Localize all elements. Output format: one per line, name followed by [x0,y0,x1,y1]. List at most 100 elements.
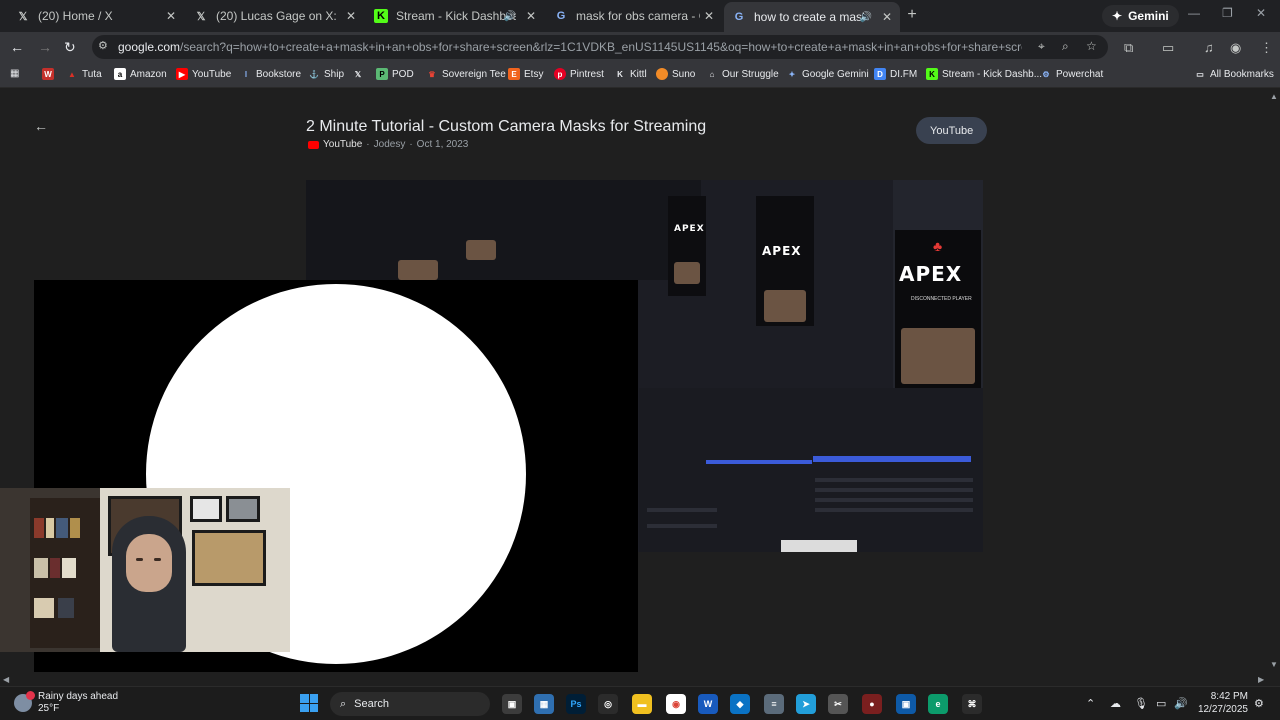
scroll-left-icon[interactable]: ◀ [3,675,9,684]
video-title[interactable]: 2 Minute Tutorial - Custom Camera Masks … [306,118,706,136]
close-tab-icon[interactable]: ✕ [882,10,892,24]
location-icon[interactable]: ⌖ [1038,39,1045,54]
bookmark-x[interactable]: 𝕏 [352,68,364,80]
windows-taskbar: Rainy days ahead 25°F ⌕ Search ▣ ▦ Ps ◎ … [0,686,1280,720]
network-icon[interactable]: ▭ [1156,697,1166,710]
bookmark-google-gemini[interactable]: ✦ Google Gemini [786,68,869,80]
our-struggle-icon: ⌂ [709,69,715,79]
back-icon[interactable]: ← [10,39,24,55]
kick-logo-icon: K [926,68,938,80]
onedrive-icon[interactable]: ☁ [1110,697,1121,710]
bookmark-ship[interactable]: ⚓ Ship [308,68,344,80]
x-logo-icon: 𝕏 [196,10,206,23]
open-youtube-button[interactable]: YouTube [916,117,988,144]
pinterest-icon: p [554,68,566,80]
bookmark-star-icon[interactable]: ☆ [1086,39,1097,53]
search-icon: ⌕ [340,697,347,710]
close-tab-icon[interactable]: ✕ [346,9,356,23]
new-tab-button[interactable]: + [902,6,922,26]
speaker-icon[interactable]: 🔊 [504,11,516,22]
reload-icon[interactable]: ↻ [64,39,76,56]
telegram-icon[interactable]: ➤ [796,694,816,714]
bookmark-kittl[interactable]: K Kittl [614,68,647,80]
tab-kick-dashboard[interactable]: K Stream - Kick Dashboard 🔊 ✕ [366,4,544,28]
close-tab-icon[interactable]: ✕ [704,9,714,23]
menu-dots-icon[interactable]: ⋮ [1260,40,1273,56]
browser-toolbar: ← → ↻ ⚙ google.com/search?q=how+to+creat… [0,32,1280,62]
chrome-icon[interactable]: ◉ [666,694,686,714]
amazon-icon: a [114,68,126,80]
bookmark-etsy[interactable]: E Etsy [508,68,543,80]
vertical-scrollbar[interactable]: ▲ ▼ [1268,88,1280,672]
bookmark-bookstore[interactable]: l Bookstore [240,68,301,80]
system-clock[interactable]: 8:42 PM 12/27/2025 [1196,690,1248,716]
webcam-overlay [0,488,290,652]
bookmark-sovereign-tee[interactable]: ♛ Sovereign Tee [426,68,505,80]
volume-icon[interactable]: 🔊 [1174,697,1188,710]
gemini-button[interactable]: ✦ Gemini [1102,5,1179,27]
calculator-icon[interactable]: ▦ [534,694,554,714]
bookmark-wp[interactable]: W [42,68,54,80]
app-icon[interactable]: ▣ [896,694,916,714]
obs-icon[interactable]: ◎ [598,694,618,714]
scroll-right-icon[interactable]: ▶ [1258,675,1264,684]
weather-widget[interactable]: Rainy days ahead 25°F [14,691,118,715]
site-info-icon[interactable]: ⚙ [98,39,108,52]
edge-icon[interactable]: e [928,694,948,714]
terminal-icon[interactable]: ⌘ [962,694,982,714]
close-tab-icon[interactable]: ✕ [526,9,536,23]
split-view-icon[interactable]: ▭ [1162,40,1174,56]
bookmark-our-struggle[interactable]: ⌂ Our Struggle [706,68,779,80]
zoom-icon[interactable]: ⌕ [1062,39,1069,54]
thumb-face [398,260,438,280]
bookmark-powerchat[interactable]: ⚙ Powerchat [1040,68,1103,80]
notepad-icon[interactable]: ≡ [764,694,784,714]
youtube-icon: ▶ [176,68,188,80]
bookmark-youtube[interactable]: ▶ YouTube [176,68,231,80]
tab-home-x[interactable]: 𝕏 (20) Home / X ✕ [8,4,184,28]
minimize-icon[interactable]: — [1188,6,1200,20]
show-hidden-icons[interactable]: ⌃ [1086,697,1095,710]
close-tab-icon[interactable]: ✕ [166,9,176,23]
extensions-icon[interactable]: ⧉ [1124,40,1133,56]
back-arrow-icon[interactable]: ← [34,118,48,134]
bookmark-tuta[interactable]: ▲ Tuta [66,68,102,80]
profile-avatar-icon[interactable]: ◉ [1230,40,1241,56]
bookmark-suno[interactable]: Suno [656,68,695,80]
all-bookmarks[interactable]: ▭ All Bookmarks [1194,68,1274,80]
task-view-icon[interactable]: ▣ [502,694,522,714]
file-explorer-icon[interactable]: ▬ [632,694,652,714]
streamer [112,516,186,652]
taskbar-search[interactable]: ⌕ Search [330,692,490,716]
apps-grid-icon[interactable]: ▦ [10,68,19,79]
scroll-down-icon[interactable]: ▼ [1270,660,1278,669]
bookmark-pinterest[interactable]: p Pintrest [554,68,604,80]
obs-preview-column: APEX [756,196,814,326]
x-logo-icon: 𝕏 [354,69,362,79]
app-icon[interactable]: ● [862,694,882,714]
notifications-icon[interactable]: ⚙ [1254,697,1264,710]
tab-lucas-gage[interactable]: 𝕏 (20) Lucas Gage on X: "Cringe ✕ [186,4,364,28]
close-window-icon[interactable]: ✕ [1256,6,1266,20]
forward-icon[interactable]: → [38,39,52,55]
windows-start-icon[interactable] [300,694,318,712]
bookmark-difm[interactable]: D DI.FM [874,68,917,80]
scroll-up-icon[interactable]: ▲ [1270,92,1278,101]
bookmark-kick[interactable]: K Stream - Kick Dashb... [926,68,1042,80]
photoshop-icon[interactable]: Ps [566,694,586,714]
tab-mask-obs-google[interactable]: G mask for obs camera - Google ✕ [546,4,722,28]
bookmark-pod[interactable]: P POD [376,68,414,80]
restore-icon[interactable]: ❐ [1222,6,1233,20]
tab-strip: 𝕏 (20) Home / X ✕ 𝕏 (20) Lucas Gage on X… [0,0,1280,32]
address-bar[interactable]: ⚙ google.com/search?q=how+to+create+a+ma… [92,35,1108,59]
bookmark-amazon[interactable]: a Amazon [114,68,167,80]
app-icon[interactable]: ◆ [730,694,750,714]
word-icon[interactable]: W [698,694,718,714]
horizontal-scrollbar[interactable]: ◀ ▶ [0,672,1280,686]
speaker-icon[interactable]: 🔊 [860,12,872,23]
snipping-tool-icon[interactable]: ✂ [828,694,848,714]
microphone-icon[interactable]: 🎙 [1134,697,1148,710]
tab-active-how-to-mask[interactable]: G how to create a mask in an 🔊 ✕ [724,2,900,32]
media-control-icon[interactable]: ♫ [1204,40,1214,55]
url-text[interactable]: google.com/search?q=how+to+create+a+mask… [118,40,1022,54]
